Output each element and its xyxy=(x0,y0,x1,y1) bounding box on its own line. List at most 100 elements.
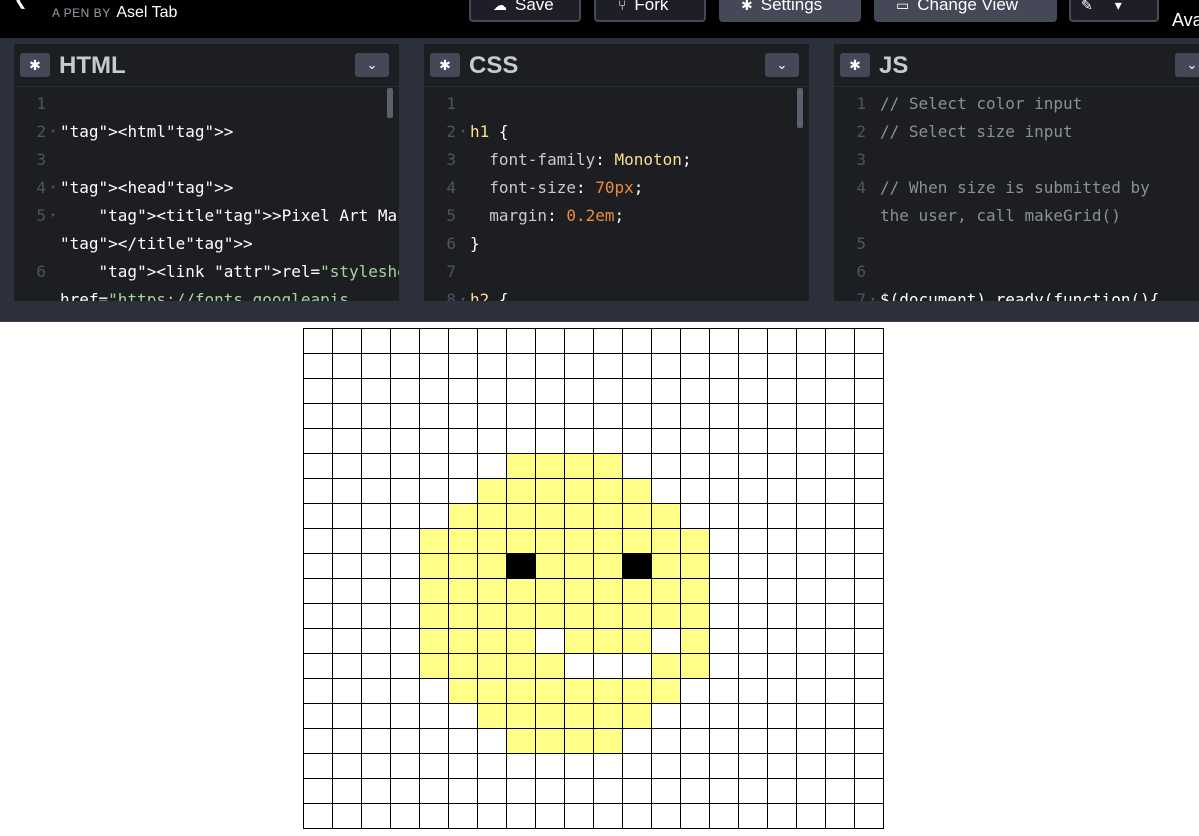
pixel-cell[interactable] xyxy=(333,404,362,429)
pixel-cell[interactable] xyxy=(449,779,478,804)
pixel-cell[interactable] xyxy=(565,679,594,704)
pixel-cell[interactable] xyxy=(652,529,681,554)
pixel-cell[interactable] xyxy=(594,354,623,379)
pixel-cell[interactable] xyxy=(507,604,536,629)
pixel-cell[interactable] xyxy=(362,529,391,554)
pixel-cell[interactable] xyxy=(594,604,623,629)
pixel-cell[interactable] xyxy=(710,404,739,429)
pixel-cell[interactable] xyxy=(449,329,478,354)
code-line[interactable]: 2 ▾ h1 { xyxy=(424,118,809,146)
pixel-cell[interactable] xyxy=(710,354,739,379)
code-line[interactable]: 3 xyxy=(14,146,399,174)
back-arrow-icon[interactable]: ❮ xyxy=(14,0,27,10)
pixel-cell[interactable] xyxy=(855,354,884,379)
code-line[interactable]: "tag"></title"tag">> xyxy=(14,230,399,258)
pixel-cell[interactable] xyxy=(536,604,565,629)
pixel-cell[interactable] xyxy=(826,579,855,604)
pixel-cell[interactable] xyxy=(536,379,565,404)
pixel-cell[interactable] xyxy=(304,529,333,554)
pixel-cell[interactable] xyxy=(739,554,768,579)
pixel-cell[interactable] xyxy=(681,329,710,354)
pixel-cell[interactable] xyxy=(623,579,652,604)
fold-arrow-icon[interactable]: ▾ xyxy=(46,202,60,230)
pixel-cell[interactable] xyxy=(507,329,536,354)
pixel-cell[interactable] xyxy=(797,404,826,429)
pixel-cell[interactable] xyxy=(710,329,739,354)
pixel-cell[interactable] xyxy=(739,604,768,629)
pixel-cell[interactable] xyxy=(594,654,623,679)
pixel-cell[interactable] xyxy=(536,454,565,479)
pixel-cell[interactable] xyxy=(681,404,710,429)
pixel-cell[interactable] xyxy=(333,529,362,554)
pixel-cell[interactable] xyxy=(362,629,391,654)
pixel-cell[interactable] xyxy=(681,754,710,779)
pixel-cell[interactable] xyxy=(565,579,594,604)
pixel-cell[interactable] xyxy=(739,654,768,679)
pixel-cell[interactable] xyxy=(855,754,884,779)
pixel-cell[interactable] xyxy=(768,654,797,679)
js-collapse-chevron-icon[interactable]: ⌄ xyxy=(1175,53,1199,77)
html-settings-gear-icon[interactable]: ✱ xyxy=(20,53,50,77)
pixel-cell[interactable] xyxy=(449,654,478,679)
pixel-cell[interactable] xyxy=(565,654,594,679)
pixel-cell[interactable] xyxy=(333,379,362,404)
code-line[interactable]: 2 ▾ "tag"><html"tag">> xyxy=(14,118,399,146)
pixel-cell[interactable] xyxy=(768,604,797,629)
pixel-cell[interactable] xyxy=(478,404,507,429)
pixel-cell[interactable] xyxy=(536,679,565,704)
pixel-cell[interactable] xyxy=(449,404,478,429)
pixel-cell[interactable] xyxy=(362,354,391,379)
pixel-cell[interactable] xyxy=(507,429,536,454)
pixel-cell[interactable] xyxy=(478,354,507,379)
pixel-cell[interactable] xyxy=(739,679,768,704)
pixel-cell[interactable] xyxy=(681,654,710,679)
pixel-cell[interactable] xyxy=(333,429,362,454)
pixel-cell[interactable] xyxy=(536,404,565,429)
js-code-area[interactable]: 1 // Select color input 2 // Select size in… xyxy=(834,90,1199,301)
pixel-cell[interactable] xyxy=(623,729,652,754)
pixel-cell[interactable] xyxy=(855,429,884,454)
js-settings-gear-icon[interactable]: ✱ xyxy=(840,53,870,77)
pixel-cell[interactable] xyxy=(304,704,333,729)
pixel-cell[interactable] xyxy=(652,804,681,829)
pixel-cell[interactable] xyxy=(449,804,478,829)
pixel-cell[interactable] xyxy=(420,404,449,429)
pixel-cell[interactable] xyxy=(304,354,333,379)
code-line[interactable]: 3 xyxy=(834,146,1199,174)
pixel-cell[interactable] xyxy=(333,454,362,479)
pixel-cell[interactable] xyxy=(623,379,652,404)
pixel-cell[interactable] xyxy=(768,354,797,379)
pixel-cell[interactable] xyxy=(333,479,362,504)
pixel-cell[interactable] xyxy=(507,654,536,679)
pixel-cell[interactable] xyxy=(449,354,478,379)
pixel-cell[interactable] xyxy=(449,479,478,504)
code-line[interactable]: 8 ▾ h2 { xyxy=(424,286,809,301)
pixel-cell[interactable] xyxy=(449,554,478,579)
pixel-cell[interactable] xyxy=(478,704,507,729)
pixel-cell[interactable] xyxy=(420,579,449,604)
pixel-cell[interactable] xyxy=(449,579,478,604)
pixel-cell[interactable] xyxy=(304,554,333,579)
pixel-cell[interactable] xyxy=(304,504,333,529)
pixel-cell[interactable] xyxy=(739,454,768,479)
pixel-cell[interactable] xyxy=(594,779,623,804)
pixel-cell[interactable] xyxy=(768,479,797,504)
pixel-cell[interactable] xyxy=(739,704,768,729)
pixel-cell[interactable] xyxy=(855,579,884,604)
pixel-cell[interactable] xyxy=(507,629,536,654)
pixel-cell[interactable] xyxy=(478,529,507,554)
pixel-cell[interactable] xyxy=(623,504,652,529)
pixel-cell[interactable] xyxy=(391,804,420,829)
pixel-cell[interactable] xyxy=(304,779,333,804)
pixel-cell[interactable] xyxy=(362,554,391,579)
pixel-cell[interactable] xyxy=(536,329,565,354)
pixel-cell[interactable] xyxy=(420,754,449,779)
pixel-cell[interactable] xyxy=(652,429,681,454)
pixel-cell[interactable] xyxy=(536,529,565,554)
code-line[interactable]: 5 margin: 0.2em; xyxy=(424,202,809,230)
css-settings-gear-icon[interactable]: ✱ xyxy=(430,53,460,77)
pixel-cell[interactable] xyxy=(797,529,826,554)
pixel-cell[interactable] xyxy=(681,529,710,554)
pixel-cell[interactable] xyxy=(797,654,826,679)
pixel-cell[interactable] xyxy=(594,629,623,654)
